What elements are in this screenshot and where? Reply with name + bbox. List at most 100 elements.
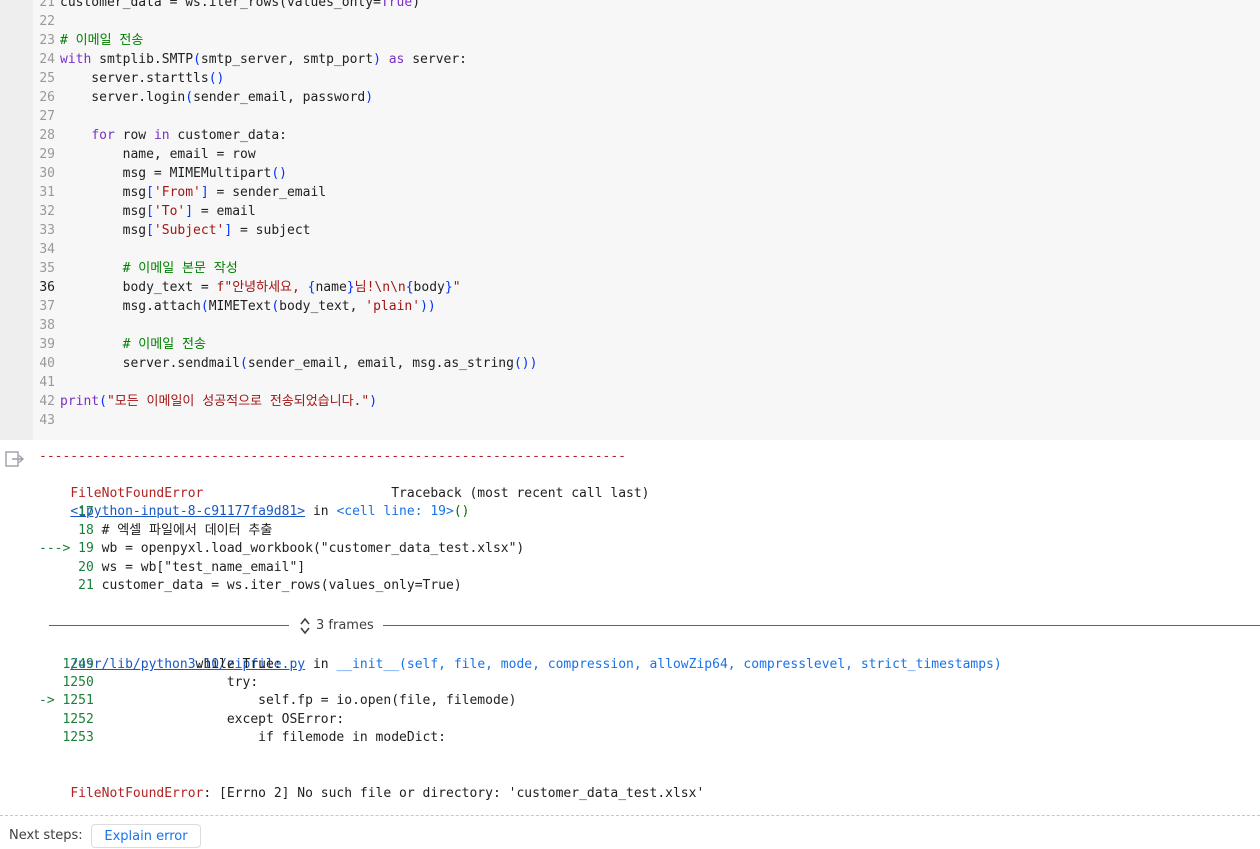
- code-token: sender_email, password: [193, 90, 366, 105]
- line-number: 40: [39, 356, 55, 371]
- code-token: server.starttls: [60, 71, 209, 86]
- frames-collapser: 3 frames: [49, 614, 1260, 638]
- line-number: 23: [39, 33, 55, 48]
- code-token: }: [346, 280, 355, 295]
- traceback-location: <ipython-input-8-c91177fa9d81> in <cell …: [39, 485, 469, 519]
- code-line[interactable]: 37 msg.attach(MIMEText(body_text, 'plain…: [33, 297, 1260, 316]
- code-token: (): [208, 71, 225, 86]
- line-number: 27: [39, 109, 55, 124]
- code-token: )): [420, 299, 436, 314]
- code-token: 'Subject': [153, 223, 225, 238]
- cell-ref-paren: (): [453, 504, 470, 519]
- zip-traceback-line: -> 1251 self.fp = io.open(file, filemode…: [39, 692, 516, 710]
- code-line[interactable]: 38: [33, 316, 1260, 335]
- code-line[interactable]: 34: [33, 240, 1260, 259]
- line-number: 29: [39, 147, 55, 162]
- code-line[interactable]: 25 server.starttls(): [33, 69, 1260, 88]
- code-line[interactable]: 21 customer_data = ws.iter_rows(values_on…: [33, 0, 1260, 12]
- line-number: 36: [39, 280, 55, 295]
- code-token: ": [452, 280, 461, 295]
- code-line[interactable]: 35 # 이메일 본문 작성: [33, 259, 1260, 278]
- code-line[interactable]: 39 # 이메일 전송: [33, 335, 1260, 354]
- code-token: customer_data:: [169, 128, 287, 143]
- line-number: 31: [39, 185, 55, 200]
- code-line[interactable]: 32 msg['To'] = email: [33, 202, 1260, 221]
- line-number: 22: [39, 14, 55, 29]
- code-line[interactable]: 30 msg = MIMEMultipart(): [33, 164, 1260, 183]
- zip-traceback-line: 1252 except OSError:: [39, 711, 344, 729]
- line-number: 24: [39, 52, 55, 67]
- output-toggle-icon[interactable]: [5, 449, 25, 469]
- code-line[interactable]: 29 name, email = row: [33, 145, 1260, 164]
- code-token: = email: [193, 204, 256, 219]
- next-steps-label: Next steps:: [9, 828, 83, 843]
- traceback-code: customer_data = ws.iter_rows(values_only…: [93, 578, 462, 593]
- in-word: in: [305, 504, 337, 519]
- code-line[interactable]: 33 msg['Subject'] = subject: [33, 221, 1260, 240]
- code-token: 'To': [153, 204, 186, 219]
- code-token: as: [388, 52, 405, 67]
- code-token: row: [114, 128, 154, 143]
- frames-toggle-button[interactable]: 3 frames: [300, 614, 374, 638]
- code-token: body_text,: [279, 299, 366, 314]
- code-token: (: [193, 52, 201, 67]
- zip-traceback-line: 1249 while True:: [39, 656, 281, 674]
- code-token: }: [444, 280, 453, 295]
- zip-in-word: in: [305, 657, 337, 672]
- zip-line-number: 1253: [39, 730, 94, 745]
- code-line[interactable]: 40 server.sendmail(sender_email, email, …: [33, 354, 1260, 373]
- code-editor[interactable]: 21 customer_data = ws.iter_rows(values_on…: [33, 0, 1260, 430]
- code-token: [: [146, 185, 154, 200]
- code-line[interactable]: 22: [33, 12, 1260, 31]
- code-token: (: [99, 394, 107, 409]
- cell-gutter: [0, 0, 33, 440]
- code-line[interactable]: 24 with smtplib.SMTP(smtp_server, smtp_po…: [33, 50, 1260, 69]
- traceback-line: 20 ws = wb["test_name_email"]: [39, 559, 305, 577]
- frames-rule-right: [383, 625, 1260, 626]
- code-token: 'From': [153, 185, 201, 200]
- code-token: body: [413, 280, 445, 295]
- code-line[interactable]: 23 # 이메일 전송: [33, 31, 1260, 50]
- frames-label: 3 frames: [316, 618, 374, 633]
- line-number: 41: [39, 375, 55, 390]
- code-token: (: [240, 356, 248, 371]
- code-line[interactable]: 31 msg['From'] = sender_email: [33, 183, 1260, 202]
- line-number: 32: [39, 204, 55, 219]
- final-error-name: FileNotFoundError: [70, 786, 204, 801]
- ipython-input-link[interactable]: <ipython-input-8-c91177fa9d81>: [70, 504, 305, 519]
- code-token: 님!\n\n: [354, 280, 406, 295]
- zip-code: if filemode in modeDict:: [93, 730, 446, 745]
- code-token: ): [412, 0, 421, 10]
- code-line[interactable]: 27: [33, 107, 1260, 126]
- code-token: ]: [200, 185, 209, 200]
- code-cell[interactable]: 21 customer_data = ws.iter_rows(values_on…: [0, 0, 1260, 440]
- code-token: # 이메일 본문 작성: [122, 261, 238, 276]
- code-token: smtplib.SMTP: [91, 52, 194, 67]
- zip-line-number: 1250: [39, 675, 94, 690]
- explain-error-button[interactable]: Explain error: [91, 824, 201, 848]
- zip-line-number: -> 1251: [39, 693, 94, 708]
- code-token: print: [60, 394, 100, 409]
- line-number: 39: [39, 337, 55, 352]
- code-token: 'plain': [365, 299, 421, 314]
- code-token: server.sendmail: [60, 356, 241, 371]
- code-token: # 이메일 전송: [60, 33, 144, 48]
- traceback-line-number: 20: [39, 560, 94, 575]
- code-line[interactable]: 26 server.login(sender_email, password): [33, 88, 1260, 107]
- code-token: smtp_server, smtp_port: [200, 52, 374, 67]
- code-line[interactable]: 36 body_text = f"안녕하세요, {name}님!\n\n{bod…: [33, 278, 1260, 297]
- code-token: sender_email, email, msg.as_string: [247, 356, 514, 371]
- zip-traceback-line: 1250 try:: [39, 674, 258, 692]
- code-line[interactable]: 43: [33, 411, 1260, 430]
- code-token: customer_data = ws.iter_rows(values_only…: [60, 0, 381, 10]
- code-line[interactable]: 28 for row in customer_data:: [33, 126, 1260, 145]
- zip-function: __init__(self, file, mode, compression, …: [336, 657, 1002, 672]
- traceback-line: 18 # 엑셀 파일에서 데이터 추출: [39, 522, 272, 540]
- traceback-line: 21 customer_data = ws.iter_rows(values_o…: [39, 577, 462, 595]
- code-line[interactable]: 41: [33, 373, 1260, 392]
- code-line[interactable]: 42 print("모든 이메일이 성공적으로 전송되었습니다."): [33, 392, 1260, 411]
